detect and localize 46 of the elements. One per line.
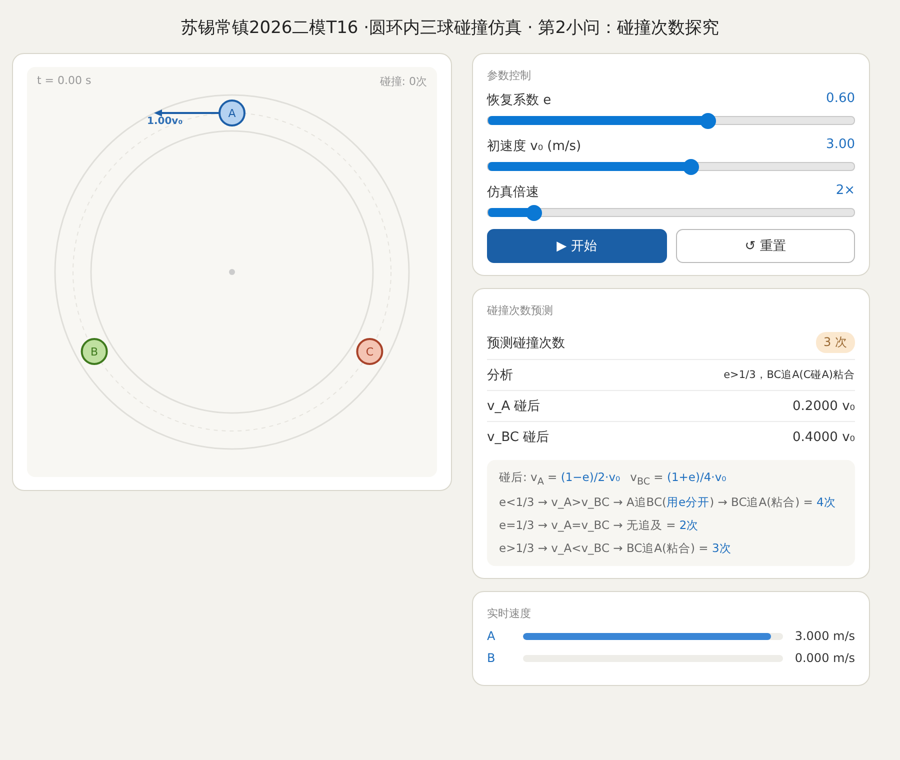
slider-label: 仿真倍速 [487, 184, 539, 201]
formula-result: 4次 [816, 495, 836, 510]
formula-result: 2次 [679, 518, 699, 532]
row-value: 0.4000 v₀ [792, 430, 855, 444]
count-badge: 3 次 [816, 332, 855, 353]
formula-text: 碰后: v$_{A}$ = [499, 470, 558, 484]
ball-name: B [487, 651, 496, 666]
slider-thumb[interactable] [526, 204, 542, 220]
panel-heading: 碰撞次数预测 [487, 303, 554, 318]
formula-result: 3次 [712, 541, 732, 556]
speed-reading: 0.000 m/s [794, 651, 855, 666]
ball-label: C [366, 346, 374, 358]
panel-heading: 参数控制 [487, 68, 532, 83]
row-label: v_BC 碰后 [487, 429, 550, 446]
formula-text: e=1/3 → v_A=v_BC → 无追及 = [499, 518, 677, 532]
formula-result: (1−e)/2·v₀ [560, 470, 620, 484]
slider-label: 恢复系数 e [487, 92, 552, 109]
formula-result: 用e分开 [666, 495, 710, 510]
start-button[interactable]: ▶ 开始 [487, 229, 666, 263]
collision-count: 碰撞: 0次 [380, 74, 427, 89]
center-dot [229, 269, 235, 275]
slider-value: 2× [836, 183, 855, 200]
formula-result: (1+e)/4·v₀ [666, 470, 726, 484]
ball-label: A [228, 107, 236, 120]
speed-reading: 3.000 m/s [794, 629, 855, 644]
page-title: 苏锡常镇2026二模T16 ·圆环内三球碰撞仿真 · 第2小问：碰撞次数探究 [180, 17, 720, 39]
row-label: v_A 碰后 [487, 398, 540, 415]
slider-thumb[interactable] [683, 158, 700, 174]
row-label: 预测碰撞次数 [487, 334, 565, 352]
slider-thumb[interactable] [700, 112, 716, 128]
formula-text: v$_{BC}$ = [630, 470, 664, 484]
slider-value: 3.00 [826, 137, 855, 154]
time-readout: t = 0.00 s [37, 74, 92, 87]
reset-button[interactable]: ↺ 重置 [676, 229, 855, 263]
velocity-label: 1.00v₀ [147, 116, 183, 127]
row-label: 分析 [487, 367, 513, 384]
row-value: 0.2000 v₀ [792, 398, 855, 414]
row-value: e>1/3，BC追A(C碰A)粘合 [724, 368, 855, 382]
formula-text: e>1/3 → v_A<v_BC → BC追A(粘合) = [499, 541, 710, 556]
ball-name: A [487, 629, 496, 644]
formula-text: ) → BC追A(粘合) = [710, 495, 814, 510]
slider-label: 初速度 v₀ (m/s) [487, 138, 582, 155]
formula-text: e<1/3 → v_A>v_BC → A追BC( [499, 495, 667, 510]
panel-heading: 实时速度 [487, 606, 532, 622]
slider-value: 0.60 [826, 91, 855, 108]
ball-label: B [90, 346, 98, 358]
